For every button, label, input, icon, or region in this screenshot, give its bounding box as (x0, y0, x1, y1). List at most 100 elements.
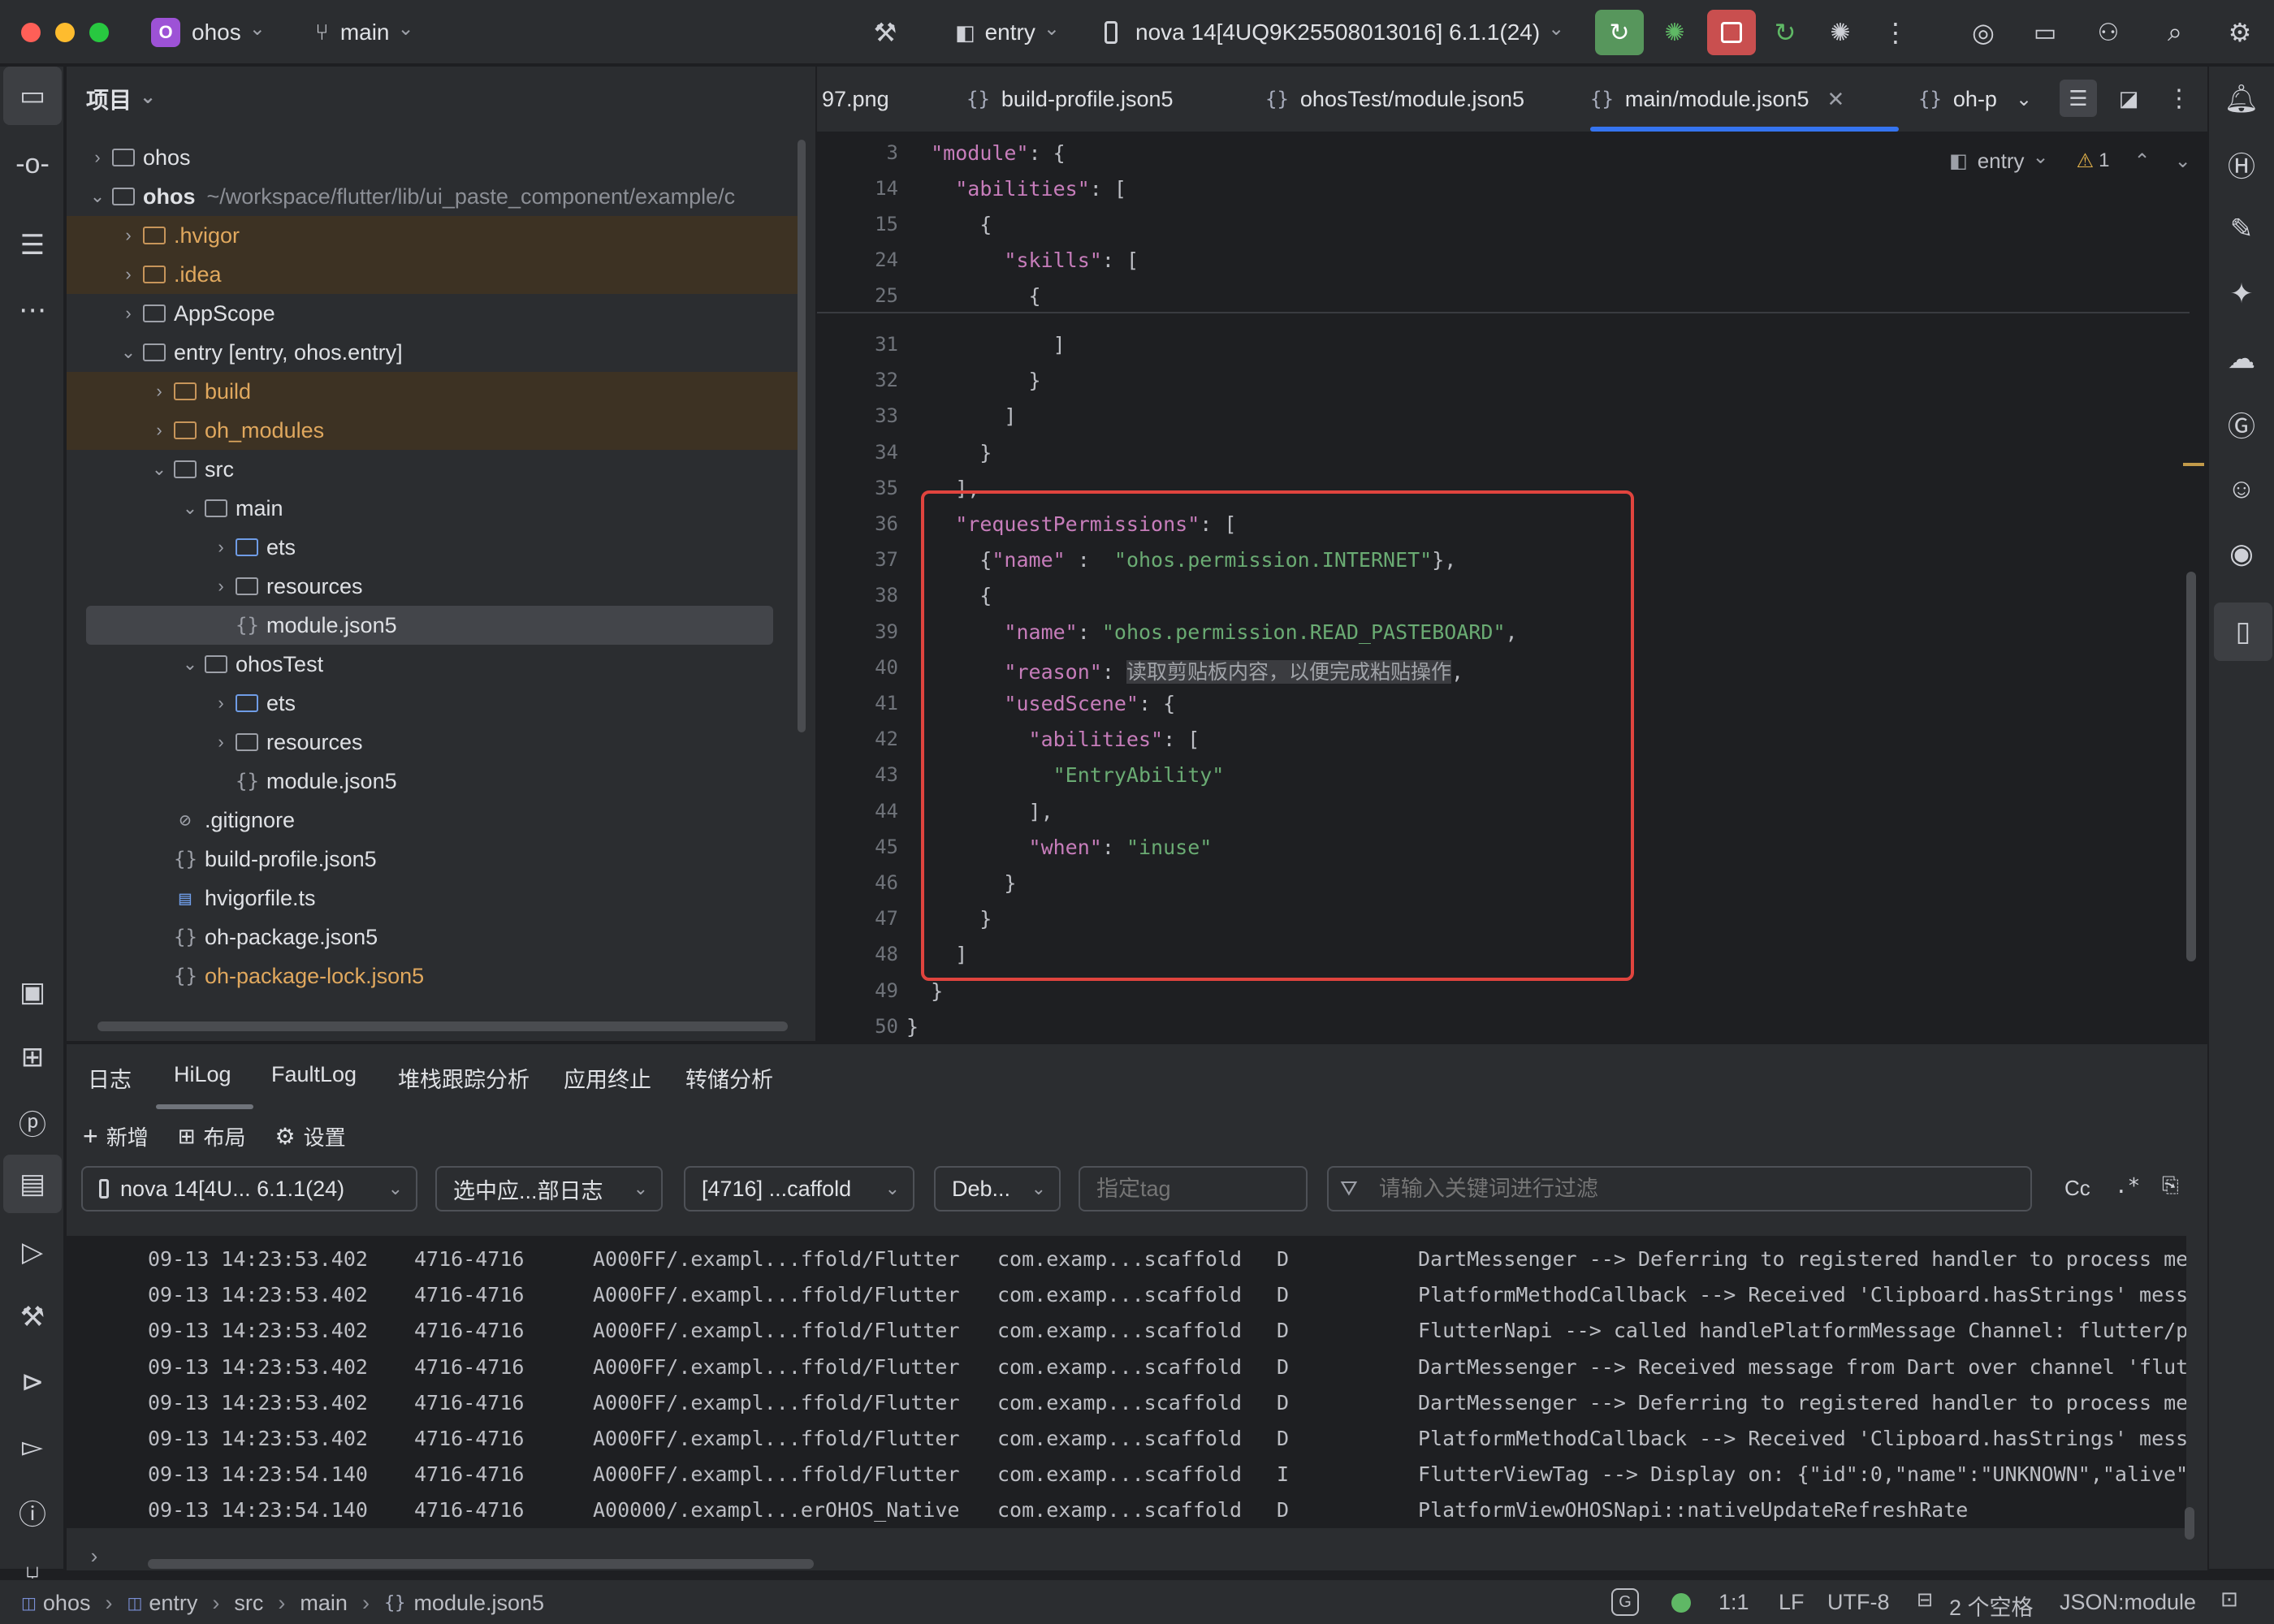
gemini-g-icon[interactable]: G (1611, 1588, 1639, 1616)
cloud-icon[interactable]: ☁ (2209, 326, 2274, 391)
gradle-g-icon[interactable]: Ⓖ (2209, 391, 2274, 456)
log-output[interactable]: 09-13 14:23:53.402 4716-4716 A000FF/.examp… (67, 1236, 2186, 1528)
log-device-select[interactable]: nova 14[4U... 6.1.1(24) ⌄ (81, 1166, 417, 1212)
context-module-label[interactable]: entry (1978, 149, 2049, 174)
tree-item[interactable]: › resources (67, 723, 798, 762)
debug-bug-icon[interactable]: ✺ (1657, 15, 1693, 50)
device-selector[interactable]: nova 14[4UQ9K25508013016] 6.1.1(24) (1105, 16, 1564, 49)
chevron-right-icon[interactable]: › (206, 732, 236, 753)
chevron-right-icon[interactable]: › (114, 225, 143, 246)
tree-item[interactable]: ⊘ .gitignore (67, 801, 798, 840)
code-line[interactable]: } (906, 979, 943, 1003)
build-hammer-icon[interactable]: ⚒ (867, 15, 903, 50)
account-icon[interactable]: ⚇ (2090, 15, 2126, 50)
breadcrumb-item[interactable]: module.json5 (413, 1591, 544, 1616)
code-line[interactable]: "skills": [ (906, 248, 1139, 272)
code-line[interactable]: } (906, 1015, 919, 1039)
editor-vertical-scrollbar[interactable] (2186, 572, 2196, 961)
chevron-right-icon[interactable]: › (206, 537, 236, 558)
tree-item[interactable]: › .idea (67, 255, 798, 294)
code-line[interactable]: "abilities": [ (906, 177, 1126, 201)
cursor-position[interactable]: 1:1 (1718, 1590, 1749, 1615)
tab-main-module[interactable]: {} main/module.json5 ✕ (1590, 67, 1844, 132)
chevron-right-icon[interactable]: › (206, 693, 236, 714)
keyword-filter-field[interactable]: ⛛ (1327, 1166, 2032, 1212)
minimize-window-button[interactable] (55, 23, 75, 42)
stop-button[interactable] (1707, 10, 1756, 55)
tab-image[interactable]: 97.png (822, 67, 889, 132)
commit-icon[interactable]: -o- (0, 132, 65, 197)
tab-build-profile[interactable]: {} build-profile.json5 (966, 67, 1174, 132)
project-folder-icon[interactable]: ▭ (3, 67, 62, 125)
tree-item[interactable]: › AppScope (67, 294, 798, 333)
project-structure-icon[interactable]: ▭ (2027, 15, 2063, 50)
code-line[interactable]: ] (906, 333, 1066, 356)
tree-item[interactable]: {} module.json5 (86, 606, 773, 645)
log-vertical-scrollbar[interactable] (2185, 1507, 2194, 1540)
project-selector[interactable]: O ohos (151, 16, 266, 49)
previous-highlight-icon[interactable]: ⌃ (2133, 149, 2150, 173)
tree-item[interactable]: ⌄ ohosTest (67, 645, 798, 684)
chevron-right-icon[interactable]: › (145, 381, 174, 402)
chevron-down-icon[interactable]: ⌄ (175, 654, 205, 675)
keyword-filter-input[interactable] (1377, 1175, 2014, 1203)
build-icon[interactable]: ⚒ (0, 1285, 65, 1350)
soft-wrap-icon[interactable]: ⎘ (2162, 1173, 2179, 1199)
match-case-toggle[interactable]: Cc (2064, 1176, 2090, 1201)
tree-item[interactable]: {} build-profile.json5 (67, 840, 798, 879)
file-encoding[interactable]: UTF-8 (1827, 1590, 1890, 1615)
breadcrumb-item[interactable]: entry (149, 1591, 197, 1616)
search-icon[interactable]: ⌕ (2157, 15, 2193, 50)
log-tab-hilog[interactable]: HiLog (174, 1062, 231, 1087)
layout-inspector-icon[interactable]: ⊞ (0, 1025, 65, 1090)
run-icon[interactable]: ▷ (0, 1220, 65, 1285)
tree-item[interactable]: ⌄ entry [entry, ohos.entry] (67, 333, 798, 372)
preview-eye-icon[interactable]: ◉ (2209, 521, 2274, 586)
log-tab-dump-analysis[interactable]: 转储分析 (685, 1062, 773, 1094)
log-tab-log[interactable]: 日志 (88, 1062, 132, 1094)
codegenie-icon[interactable]: ✎ (2209, 197, 2274, 261)
tree-item[interactable]: ▤ hvigorfile.ts (67, 879, 798, 918)
tree-item[interactable]: › resources (67, 567, 798, 606)
chevron-down-icon[interactable]: ⌄ (114, 342, 143, 363)
ai-assistant-icon[interactable]: ◎ (1965, 15, 2001, 50)
split-view-icon[interactable]: ◪ (2110, 80, 2147, 117)
tree-item[interactable]: › ets (67, 684, 798, 723)
copilot-icon[interactable]: ☺ (2209, 456, 2274, 521)
tree-vertical-scrollbar[interactable] (798, 140, 806, 732)
indent-setting[interactable]: 2 个空格 (1949, 1590, 2034, 1622)
add-log-button[interactable]: + 新增 (83, 1121, 149, 1151)
breadcrumb-item[interactable]: ohos (43, 1591, 91, 1616)
expand-chevron-icon[interactable]: › (78, 1540, 110, 1572)
log-app-select[interactable]: 选中应...部日志 ⌄ (435, 1166, 663, 1212)
log-process-select[interactable]: [4716] ...caffold ⌄ (684, 1166, 914, 1212)
tree-item[interactable]: ›hvigor (67, 996, 798, 999)
code-line[interactable]: ] (906, 404, 1016, 428)
tree-item[interactable]: › build (67, 372, 798, 411)
run-config-selector[interactable]: ◧ entry (955, 16, 1060, 49)
chevron-down-icon[interactable]: ⌄ (83, 186, 112, 207)
tag-filter-input[interactable] (1079, 1166, 1308, 1212)
tree-item[interactable]: {} oh-package.json5 (67, 918, 798, 957)
log-level-select[interactable]: Deb... ⌄ (934, 1166, 1061, 1212)
tree-item[interactable]: › .hvigor (67, 216, 798, 255)
maximize-window-button[interactable] (89, 23, 109, 42)
tree-item[interactable]: {} module.json5 (67, 762, 798, 801)
file-type[interactable]: JSON:module (2060, 1590, 2196, 1615)
code-line[interactable]: "module": { (906, 141, 1066, 165)
code-line[interactable]: } (906, 369, 1041, 392)
tree-item[interactable]: › oh_modules (67, 411, 798, 450)
tree-item[interactable]: ⌄ ohos ~/workspace/flutter/lib/ui_paste_co… (67, 177, 798, 216)
tree-item[interactable]: ⌄ main (67, 489, 798, 528)
problems-icon[interactable]: ⓘ (0, 1479, 65, 1544)
terminal-icon[interactable]: ▻ (0, 1415, 65, 1479)
chevron-right-icon[interactable]: › (114, 264, 143, 285)
hvigor-icon[interactable]: Ⓗ (2209, 132, 2274, 197)
chevron-right-icon[interactable]: › (83, 147, 112, 168)
services-icon[interactable]: ⊳ (0, 1350, 65, 1415)
run-button[interactable]: ↻ (1595, 10, 1644, 55)
code-line[interactable]: } (906, 441, 992, 464)
attach-debugger-icon[interactable]: ✺ (1822, 15, 1858, 50)
more-actions-icon[interactable]: ⋮ (1878, 15, 1913, 50)
apply-changes-icon[interactable]: ↻ (1767, 15, 1803, 50)
